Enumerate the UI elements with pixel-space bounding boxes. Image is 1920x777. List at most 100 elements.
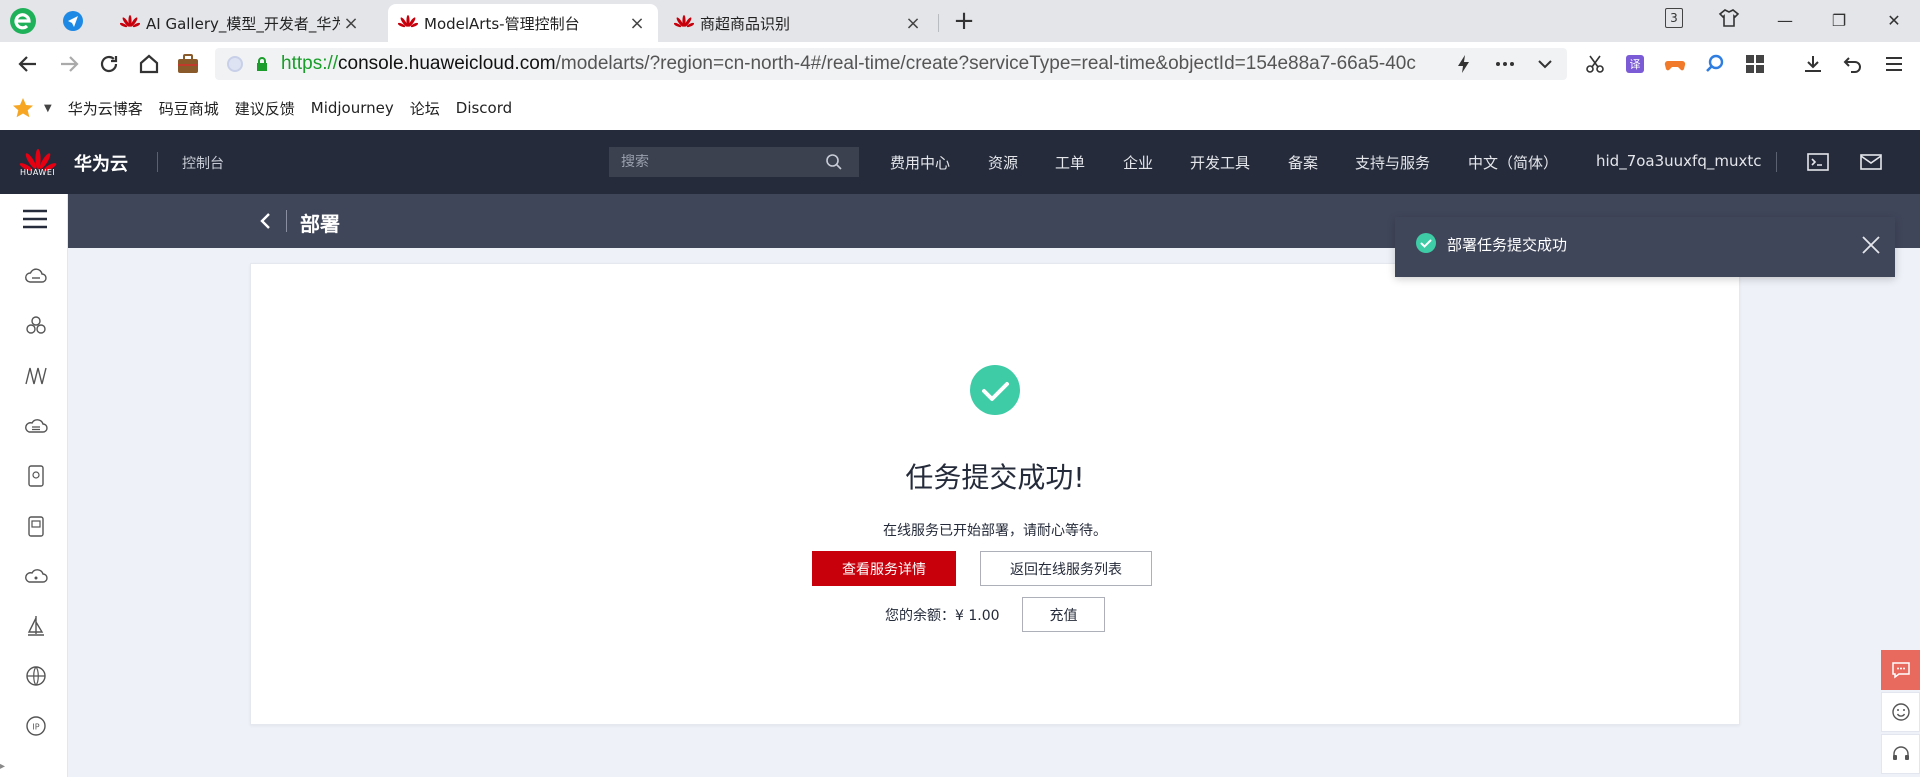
search-icon[interactable] [825,153,843,171]
smiley-feedback-button[interactable] [1881,692,1920,732]
mail-icon[interactable] [1859,150,1883,174]
browser-logo-icon[interactable] [8,6,38,36]
hamburger-menu-icon[interactable] [22,208,48,230]
lightning-icon[interactable] [1453,53,1475,75]
undo-icon[interactable] [1842,53,1864,75]
scissors-icon[interactable] [1584,53,1606,75]
nav-icp-filing[interactable]: 备案 [1288,152,1318,173]
huawei-favicon-icon [120,15,140,28]
search-input[interactable] [609,154,819,170]
console-link[interactable]: 控制台 [182,153,224,173]
send-icon[interactable] [62,10,84,32]
bookmarks-caret-icon[interactable]: ▼ [44,103,52,114]
close-window-button[interactable]: ✕ [1878,6,1910,36]
back-arrow-icon[interactable] [14,50,42,78]
star-icon[interactable] [12,97,34,119]
site-shield-icon[interactable] [227,56,243,72]
translate-icon[interactable]: 译 [1624,53,1646,75]
home-icon[interactable] [135,50,163,78]
new-tab-button[interactable]: + [949,7,979,37]
tab-title: ModelArts-管理控制台 [424,14,580,33]
browser-navbar: https://console.huaweicloud.com/modelart… [0,42,1920,86]
service-sidebar: IP ▸ [0,194,68,777]
address-bar[interactable]: https://console.huaweicloud.com/modelart… [215,48,1567,80]
back-chevron-icon[interactable] [254,208,278,234]
tab-close-button[interactable]: × [340,13,362,34]
reload-icon[interactable] [95,50,123,78]
nav-dev-tools[interactable]: 开发工具 [1190,152,1250,173]
cluster-icon[interactable] [24,314,48,338]
account-name[interactable]: hid_7oa3uuxfq_muxtc [1596,152,1761,170]
result-card: 任务提交成功! 在线服务已开始部署，请耐心等待。 查看服务详情 返回在线服务列表… [250,263,1740,725]
brand-name[interactable]: 华为云 [74,150,128,176]
success-check-icon [1416,233,1436,253]
result-description: 在线服务已开始部署，请耐心等待。 [883,523,1107,539]
sailboat-icon[interactable] [24,614,48,638]
url-text[interactable]: https://console.huaweicloud.com/modelart… [281,53,1441,75]
bookmark-item[interactable]: 建议反馈 [235,98,295,119]
game-controller-icon[interactable] [1664,53,1686,75]
restore-button[interactable]: ❐ [1823,6,1855,36]
tab-close-button[interactable]: × [902,13,924,34]
ip-address-icon[interactable]: IP [24,714,48,738]
forward-arrow-icon[interactable] [55,50,83,78]
skin-icon[interactable] [1718,7,1740,29]
url-path: /modelarts/?region=cn-north-4#/real-time… [555,53,1416,74]
more-options-icon[interactable] [1494,53,1516,75]
tab-modelarts[interactable]: ModelArts-管理控制台 × [388,4,658,42]
tab-title: 商超商品识别 [700,14,791,33]
result-title: 任务提交成功! [905,461,1085,494]
menu-icon[interactable] [1883,53,1905,75]
view-service-details-button[interactable]: 查看服务详情 [812,551,956,586]
nav-tickets[interactable]: 工单 [1055,152,1085,173]
briefcase-icon[interactable] [174,50,202,78]
tab-count-badge[interactable]: 3 [1665,8,1683,28]
download-icon[interactable] [1802,53,1824,75]
success-check-icon [970,365,1020,415]
globe-icon[interactable] [24,664,48,688]
huawei-logo-icon[interactable] [18,142,58,184]
terminal-icon[interactable] [1806,150,1830,174]
bookmark-item[interactable]: Midjourney [311,99,394,117]
nav-billing-center[interactable]: 费用中心 [890,152,950,173]
search-extension-icon[interactable] [1704,53,1726,75]
balance-info: 您的余额：¥ 1.00 [885,605,1000,625]
feedback-chat-button[interactable] [1881,650,1920,690]
minimize-button[interactable]: — [1769,6,1801,36]
huawei-favicon-icon [674,15,694,28]
chevron-down-icon[interactable] [1534,53,1556,75]
waveform-icon[interactable] [24,364,48,388]
svg-text:译: 译 [1630,58,1641,71]
recharge-button[interactable]: 充值 [1022,597,1105,632]
tab-product-recognition[interactable]: 商超商品识别 × [664,4,934,42]
customer-service-button[interactable] [1881,734,1920,774]
header-search[interactable] [609,147,859,177]
header-divider [1776,152,1777,172]
smiley-icon [1891,703,1910,721]
tab-close-button[interactable]: × [626,13,648,34]
cloud-network-icon[interactable] [24,564,48,588]
console-header: HUAWEI 华为云 控制台 费用中心 资源 工单 企业 开发工具 备案 支持与… [0,130,1920,194]
close-icon[interactable] [1860,234,1882,256]
lock-icon[interactable] [255,57,269,71]
apps-grid-icon[interactable] [1744,53,1766,75]
database-cloud-icon[interactable] [24,414,48,438]
success-toast: 部署任务提交成功 [1395,217,1895,277]
language-selector[interactable]: 中文（简体） [1468,152,1558,173]
nav-enterprise[interactable]: 企业 [1123,152,1153,173]
bookmark-item[interactable]: 论坛 [410,98,440,119]
url-host: console.huaweicloud.com [338,53,556,74]
cloud-server-icon[interactable] [24,264,48,288]
tab-title: AI Gallery_模型_开发者_华为云 [146,14,340,33]
tab-ai-gallery[interactable]: AI Gallery_模型_开发者_华为云 × [110,4,372,42]
storage-box-icon[interactable] [24,464,48,488]
page-title: 部署 [300,212,340,236]
back-to-service-list-button[interactable]: 返回在线服务列表 [980,551,1152,586]
nav-resources[interactable]: 资源 [988,152,1018,173]
document-box-icon[interactable] [24,514,48,538]
bookmark-item[interactable]: Discord [456,99,512,117]
bookmark-item[interactable]: 码豆商城 [159,98,219,119]
expand-sidebar-icon[interactable]: ▸ [0,761,5,772]
bookmark-item[interactable]: 华为云博客 [68,98,143,119]
nav-support[interactable]: 支持与服务 [1355,152,1430,173]
